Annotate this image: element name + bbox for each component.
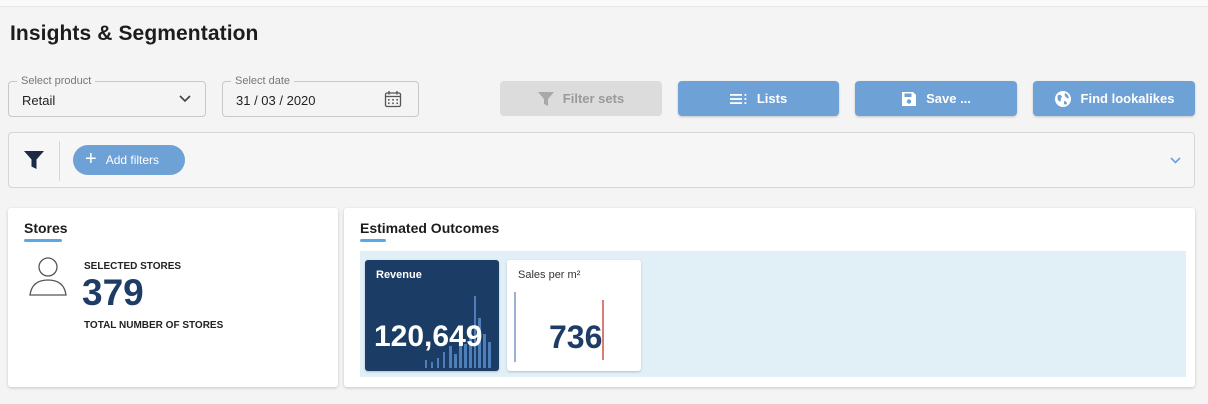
filter-bar-divider (59, 141, 60, 181)
top-bar (0, 0, 1208, 7)
globe-icon (1054, 90, 1072, 108)
revenue-tile[interactable]: Revenue 120,649 (365, 260, 499, 371)
filter-sets-button[interactable]: Filter sets (500, 81, 662, 116)
chevron-down-icon[interactable] (1170, 157, 1181, 164)
product-select[interactable]: Select product Retail (8, 74, 206, 117)
page-title: Insights & Segmentation (10, 22, 259, 45)
stores-title-underline (24, 239, 62, 242)
date-field-value: 31 / 03 / 2020 (236, 93, 316, 108)
lists-label: Lists (756, 91, 788, 106)
user-icon (28, 256, 68, 298)
stores-title: Stores (24, 220, 68, 236)
filter-bar: + Add filters (8, 132, 1195, 188)
plus-icon: + (85, 148, 97, 170)
save-label: Save ... (926, 91, 971, 106)
calendar-icon[interactable] (384, 90, 402, 108)
total-stores-label: TOTAL NUMBER OF STORES (84, 320, 224, 331)
sales-per-m2-label: Sales per m² (518, 269, 581, 281)
filter-icon[interactable] (24, 151, 44, 169)
sales-per-m2-value: 736 (549, 319, 603, 355)
outcomes-title-underline (360, 239, 386, 242)
chevron-down-icon (179, 95, 191, 103)
date-field[interactable]: Select date 31 / 03 / 2020 (222, 74, 419, 117)
outcomes-card: Estimated Outcomes Revenue 120,649 Sales… (344, 208, 1195, 387)
add-filters-button[interactable]: + Add filters (73, 145, 185, 175)
save-icon (901, 91, 917, 107)
filter-sets-label: Filter sets (562, 91, 625, 106)
outcomes-panel: Revenue 120,649 Sales per m² 736 (360, 251, 1186, 377)
lists-button[interactable]: Lists (678, 81, 839, 116)
product-select-value: Retail (22, 93, 56, 108)
revenue-label: Revenue (376, 269, 422, 281)
product-select-label: Select product (17, 74, 96, 88)
filter-icon (537, 91, 554, 106)
find-lookalikes-label: Find lookalikes (1080, 91, 1175, 106)
add-filters-label: Add filters (105, 153, 160, 167)
revenue-value: 120,649 (374, 320, 483, 353)
selected-stores-count: 379 (82, 272, 144, 313)
date-field-label: Select date (231, 74, 295, 88)
stores-card: Stores SELECTED STORES 379 TOTAL NUMBER … (8, 208, 338, 387)
selected-stores-label: SELECTED STORES (84, 261, 182, 272)
outcomes-title: Estimated Outcomes (360, 220, 500, 236)
find-lookalikes-button[interactable]: Find lookalikes (1033, 81, 1195, 116)
list-icon (729, 93, 748, 105)
save-button[interactable]: Save ... (855, 81, 1017, 116)
sales-per-m2-tile[interactable]: Sales per m² 736 (507, 260, 641, 371)
